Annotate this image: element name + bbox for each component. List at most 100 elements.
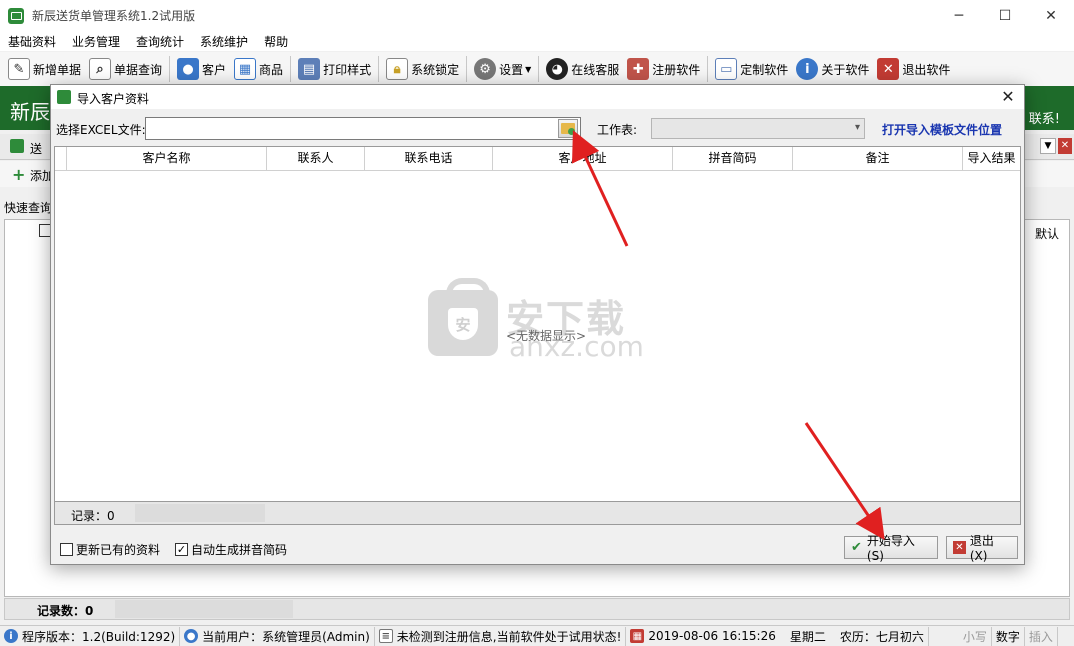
close-icon: ✕ (953, 541, 966, 554)
print-style-button[interactable]: ▤ 打印样式 (294, 54, 375, 84)
online-service-label: 在线客服 (571, 62, 620, 77)
menu-system-maintenance[interactable]: 系统维护 (192, 33, 256, 50)
app-icon (8, 7, 24, 24)
worksheet-select[interactable]: ▾ (651, 118, 865, 139)
exit-app-label: 退出软件 (902, 62, 951, 77)
tab-dropdown-icon[interactable]: ▼ (1040, 138, 1056, 154)
tab-close-icon[interactable]: ✕ (1058, 138, 1072, 154)
status-notice: ≡ 未检测到注册信息,当前软件处于试用状态! (375, 626, 627, 646)
user-icon: ● (184, 629, 199, 643)
products-icon: ▦ (234, 58, 257, 80)
menu-bar: 基础资料 业务管理 查询统计 系统维护 帮助 (0, 31, 1074, 51)
document-tab[interactable]: 送 (30, 140, 42, 157)
dialog-title-bar: 导入客户资料 ✕ (51, 85, 1024, 109)
document-search-label: 单据查询 (114, 62, 163, 77)
notice-icon: ≡ (378, 629, 393, 643)
dialog-exit-button[interactable]: ✕ 退出(X) (946, 534, 1018, 563)
menu-basic-data[interactable]: 基础资料 (0, 33, 64, 50)
qq-icon: ◕ (546, 58, 569, 80)
dialog-close-button[interactable]: ✕ (998, 87, 1018, 107)
excel-file-input[interactable] (145, 117, 581, 140)
menu-query-stats[interactable]: 查询统计 (128, 33, 192, 50)
toolbar-separator (538, 56, 540, 82)
import-grid-header: 客户名称 联系人 联系电话 客户地址 拼音简码 备注 导入结果 (55, 147, 1020, 171)
import-customer-dialog: 导入客户资料 ✕ 选择EXCEL文件: 工作表: ▾ 打开导入模板文件位置 客户… (50, 84, 1025, 565)
system-lock-button[interactable]: 🔒︎ 系统锁定 (382, 54, 463, 84)
weekday-text: 星期二 (789, 629, 826, 644)
register-icon: ✚ (627, 58, 650, 80)
update-existing-option[interactable]: 更新已有的资料 (60, 541, 160, 558)
datetime-text: 2019-08-06 16:15:26 (648, 629, 776, 643)
menu-help[interactable]: 帮助 (256, 33, 296, 50)
status-insert: 插入 (1025, 626, 1058, 646)
exit-app-button[interactable]: ✕ 退出软件 (873, 54, 954, 84)
settings-label: 设置 (499, 62, 524, 77)
import-record-box (135, 504, 265, 522)
status-datetime: ▦ 2019-08-06 16:15:26 星期二 农历：七月初六 (626, 626, 929, 646)
open-template-location-link[interactable]: 打开导入模板文件位置 (882, 121, 1002, 138)
chevron-down-icon: ▼ (525, 64, 532, 74)
start-import-button[interactable]: ✔ 开始导入(S) (844, 534, 938, 563)
gear-icon: ⚙ (474, 58, 497, 80)
toolbar-separator (378, 56, 380, 82)
no-data-text: <无数据显示> (506, 329, 587, 343)
status-bar: i 程序版本：1.2(Build:1292) ● 当前用户：系统管理员(Admi… (0, 625, 1074, 646)
column-header[interactable]: 备注 (793, 147, 963, 170)
customize-label: 定制软件 (740, 62, 789, 77)
maximize-button[interactable]: ☐ (982, 0, 1028, 31)
user-text: 当前用户：系统管理员(Admin) (202, 629, 370, 644)
column-header[interactable]: 客户名称 (67, 147, 267, 170)
column-header[interactable]: 拼音简码 (673, 147, 793, 170)
products-label: 商品 (259, 62, 284, 77)
print-style-label: 打印样式 (323, 62, 372, 77)
default-column-header[interactable]: 默认 (1035, 225, 1059, 242)
settings-button[interactable]: ⚙ 设置 ▼ (470, 54, 535, 84)
new-document-button[interactable]: ✎ 新增单据 (4, 54, 85, 84)
version-text: 程序版本：1.2(Build:1292) (22, 629, 176, 644)
watermark-shield-text: 安 (455, 316, 471, 334)
customers-label: 客户 (202, 62, 227, 77)
system-lock-label: 系统锁定 (411, 62, 460, 77)
customers-button[interactable]: ● 客户 (173, 54, 230, 84)
auto-pinyin-option[interactable]: ✓ 自动生成拼音简码 (175, 541, 287, 558)
browse-folder-icon[interactable] (558, 119, 578, 138)
customize-button[interactable]: ▭ 定制软件 (711, 54, 792, 84)
column-header[interactable]: 导入结果 (963, 147, 1020, 170)
auto-pinyin-checkbox[interactable]: ✓ (175, 543, 188, 556)
plus-icon: + (12, 165, 26, 184)
checkmark-icon: ✔ (851, 540, 862, 555)
main-toolbar: ✎ 新增单据 ⌕ 单据查询 ● 客户 ▦ 商品 ▤ 打印样式 🔒︎ 系统锁定 ⚙… (0, 52, 1074, 86)
status-version: i 程序版本：1.2(Build:1292) (0, 626, 181, 646)
about-button[interactable]: i 关于软件 (792, 54, 873, 84)
new-document-icon: ✎ (8, 58, 30, 80)
row-indicator-header (55, 147, 67, 170)
column-header[interactable]: 联系人 (267, 147, 365, 170)
info-icon: i (4, 629, 18, 643)
products-button[interactable]: ▦ 商品 (230, 54, 287, 84)
online-service-button[interactable]: ◕ 在线客服 (542, 54, 623, 84)
import-grid-footer: 记录：0 (54, 501, 1021, 525)
register-button[interactable]: ✚ 注册软件 (623, 54, 704, 84)
toolbar-separator (290, 56, 292, 82)
menu-business[interactable]: 业务管理 (64, 33, 128, 50)
document-tab-icon (10, 139, 24, 153)
print-style-icon: ▤ (298, 58, 321, 80)
lunar-text: 农历：七月初六 (839, 629, 924, 644)
document-search-button[interactable]: ⌕ 单据查询 (85, 54, 166, 84)
update-existing-checkbox[interactable] (60, 543, 73, 556)
window-controls: ─ ☐ ✕ (936, 0, 1074, 31)
about-label: 关于软件 (821, 62, 870, 77)
worksheet-label: 工作表: (597, 123, 638, 137)
main-record-box (115, 600, 293, 618)
column-header[interactable]: 客户地址 (493, 147, 673, 170)
window-title: 新辰送货单管理系统1.2试用版 (32, 9, 196, 23)
minimize-button[interactable]: ─ (936, 0, 982, 31)
chevron-down-icon: ▾ (854, 122, 860, 133)
start-import-label: 开始导入(S) (866, 534, 915, 563)
excel-file-label: 选择EXCEL文件: (56, 123, 146, 137)
dialog-app-icon (57, 90, 71, 104)
close-window-button[interactable]: ✕ (1028, 0, 1074, 31)
auto-pinyin-label: 自动生成拼音简码 (191, 543, 288, 557)
import-record-count: 记录：0 (71, 509, 115, 523)
column-header[interactable]: 联系电话 (365, 147, 493, 170)
